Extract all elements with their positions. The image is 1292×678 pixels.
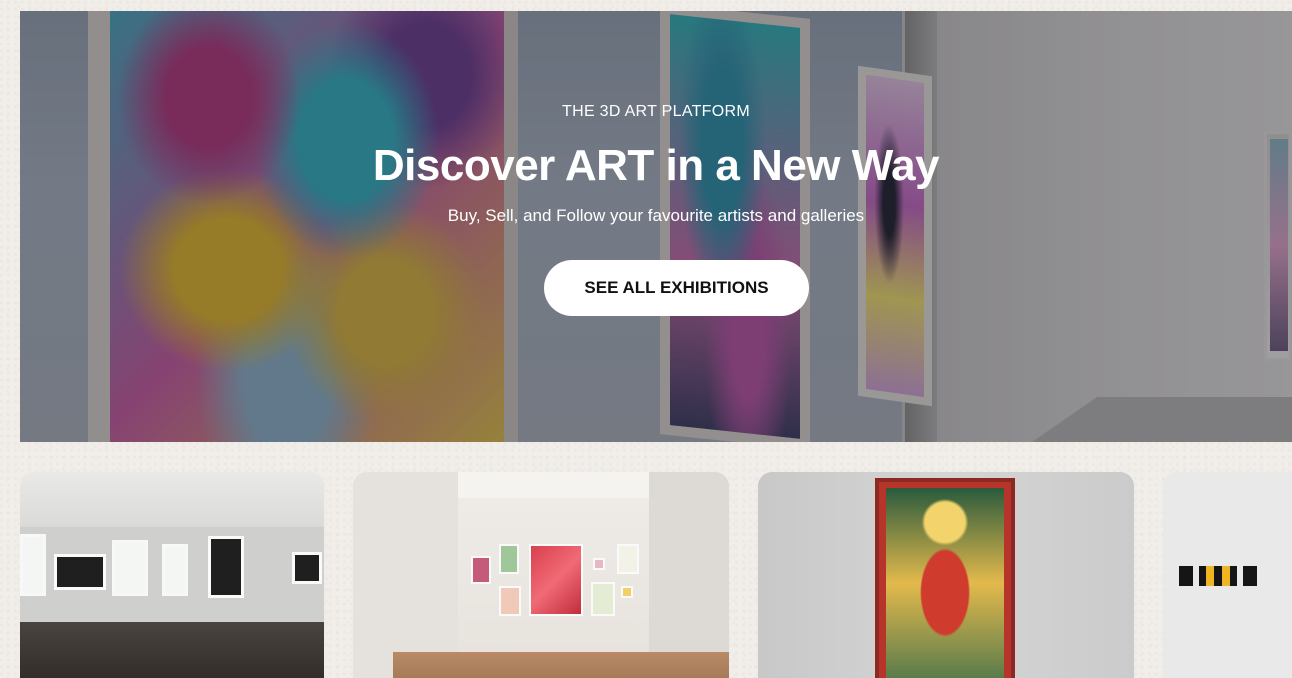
- exhibition-card-4[interactable]: [1163, 472, 1292, 678]
- exhibition-card-3[interactable]: [758, 472, 1134, 678]
- exhibition-thumbnail: [353, 472, 729, 678]
- hero-headline: Discover ART in a New Way: [372, 141, 940, 190]
- exhibition-thumbnail: [20, 472, 324, 678]
- hero-banner: THE 3D ART PLATFORM Discover ART in a Ne…: [20, 11, 1292, 442]
- hero-eyebrow: THE 3D ART PLATFORM: [562, 103, 750, 120]
- exhibition-thumbnail: [1163, 472, 1292, 678]
- exhibition-card-2[interactable]: [353, 472, 729, 678]
- exhibition-card-1[interactable]: [20, 472, 324, 678]
- exhibition-thumbnail: [758, 472, 1134, 678]
- see-all-exhibitions-button[interactable]: SEE ALL EXHIBITIONS: [544, 260, 809, 316]
- hero-content: THE 3D ART PLATFORM Discover ART in a Ne…: [20, 11, 1292, 442]
- hero-subline: Buy, Sell, and Follow your favourite art…: [447, 206, 865, 225]
